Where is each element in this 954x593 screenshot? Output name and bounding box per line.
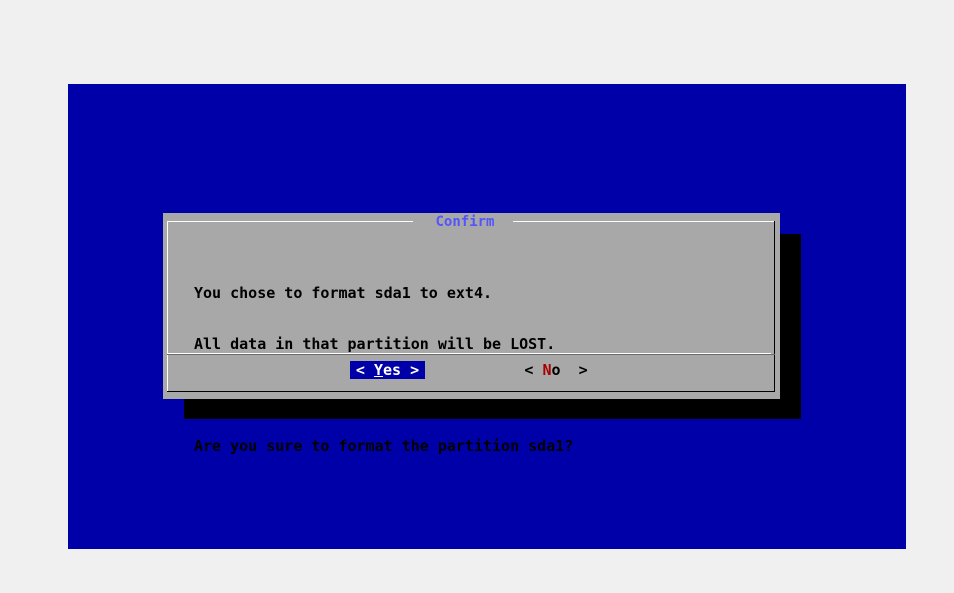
no-label-rest: o (551, 361, 561, 379)
button-bracket-right: > (578, 361, 588, 379)
dialog-border (167, 221, 413, 222)
button-bracket-right: > (410, 361, 420, 379)
no-button[interactable]: < No > (518, 361, 594, 379)
message-line: You chose to format sda1 to ext4. (194, 284, 493, 302)
confirm-dialog: Confirm You chose to format sda1 to ext4… (163, 213, 780, 455)
dialog-border (513, 221, 775, 222)
message-line: Are you sure to format the partition sda… (194, 437, 574, 455)
message-line: All data in that partition will be LOST. (194, 335, 556, 353)
dialog-border (167, 221, 168, 391)
yes-label-rest: es (382, 361, 402, 379)
button-bracket-left: < (355, 361, 365, 379)
yes-hotkey: Y (373, 361, 383, 379)
dialog-border (774, 221, 775, 391)
message-spacer (194, 387, 754, 404)
button-bracket-left: < (524, 361, 534, 379)
yes-button[interactable]: < Yes > (350, 361, 425, 379)
dialog-title: Confirm (417, 213, 513, 231)
dialog-message: You chose to format sda1 to ext4. All da… (194, 251, 754, 489)
